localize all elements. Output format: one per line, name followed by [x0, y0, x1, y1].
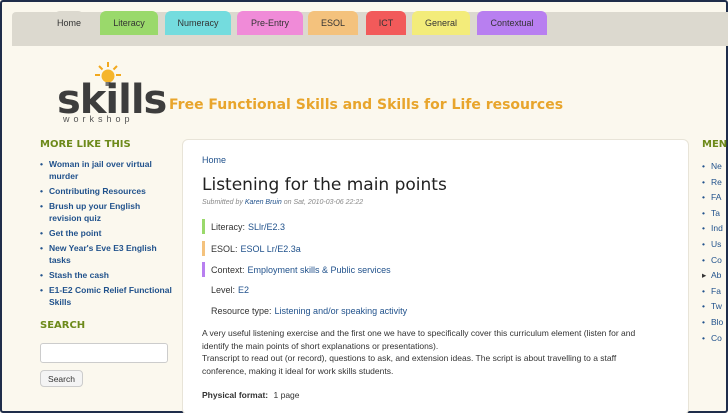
- literacy-color-bar: [202, 219, 205, 234]
- physical-format-value: 1 page: [273, 390, 300, 400]
- related-link[interactable]: Get the point: [40, 227, 175, 239]
- sidebar-more-like-this: MORE LIKE THIS Woman in jail over virtua…: [40, 139, 175, 311]
- nav-tab-numeracy[interactable]: Numeracy: [165, 11, 231, 35]
- site-logo[interactable]: skills workshop: [57, 62, 167, 126]
- page-title: Listening for the main points: [202, 175, 447, 195]
- menu-list: Ne Re FA Ta Ind Us Co Ab Fa Tw Blo Co: [702, 159, 728, 346]
- field-label: Context:: [211, 264, 245, 275]
- logo-subtitle: workshop: [63, 114, 134, 124]
- esol-color-bar: [202, 241, 205, 256]
- description-line: identify the main points of short explan…: [202, 340, 439, 351]
- related-link[interactable]: New Year's Eve E3 English tasks: [40, 242, 175, 266]
- field-link[interactable]: Listening and/or speaking activity: [275, 306, 408, 316]
- related-link[interactable]: Woman in jail over virtual murder: [40, 158, 175, 182]
- field-esol: ESOL: ESOL Lr/E2.3a: [202, 241, 301, 256]
- menu-item[interactable]: Ind: [702, 221, 728, 237]
- menu-item[interactable]: Us: [702, 237, 728, 253]
- nav-tab-ict[interactable]: ICT: [366, 11, 406, 35]
- main-content: Home Listening for the main points Submi…: [182, 139, 689, 413]
- related-link[interactable]: Brush up your English revision quiz: [40, 200, 175, 224]
- description-line: conference, making it ideal for work ski…: [202, 365, 394, 376]
- nav-tab-contextual[interactable]: Contextual: [477, 11, 547, 35]
- right-menu: MENU Ne Re FA Ta Ind Us Co Ab Fa Tw Blo …: [702, 139, 728, 346]
- related-link[interactable]: Stash the cash: [40, 269, 175, 281]
- field-resource-type: Resource type: Listening and/or speaking…: [211, 303, 407, 318]
- field-link[interactable]: SLlr/E2.3: [248, 222, 285, 232]
- menu-item[interactable]: Ta: [702, 206, 728, 222]
- site-tagline: Free Functional Skills and Skills for Li…: [169, 97, 564, 113]
- field-label: Literacy:: [211, 221, 246, 232]
- menu-item[interactable]: Co: [702, 253, 728, 269]
- search-button[interactable]: Search: [40, 370, 83, 387]
- field-label: Resource type:: [211, 305, 272, 316]
- field-link[interactable]: Employment skills & Public services: [248, 265, 391, 275]
- field-literacy: Literacy: SLlr/E2.3: [202, 219, 285, 234]
- sidebar-heading: MORE LIKE THIS: [40, 139, 131, 150]
- physical-format: Physical format: 1 page: [202, 390, 300, 400]
- nav-tab-general[interactable]: General: [412, 11, 470, 35]
- field-link[interactable]: E2: [238, 285, 249, 295]
- menu-item[interactable]: Co: [702, 331, 728, 347]
- breadcrumb-home[interactable]: Home: [202, 155, 226, 165]
- menu-heading: MENU: [702, 139, 728, 150]
- submitted-prefix: Submitted by: [202, 199, 243, 206]
- author-link[interactable]: Karen Bruin: [245, 199, 282, 206]
- submitted-info: Submitted by Karen Bruin on Sat, 2010-03…: [202, 199, 363, 206]
- field-context: Context: Employment skills & Public serv…: [202, 262, 391, 277]
- field-label: ESOL:: [211, 243, 238, 254]
- search-heading: SEARCH: [40, 320, 86, 331]
- field-label: Level:: [211, 284, 236, 295]
- menu-item[interactable]: Tw: [702, 299, 728, 315]
- nav-tab-home[interactable]: Home: [54, 11, 84, 35]
- menu-item[interactable]: Blo: [702, 315, 728, 331]
- related-links-list: Woman in jail over virtual murder Contri…: [40, 158, 175, 308]
- menu-item[interactable]: Ne: [702, 159, 728, 175]
- nav-tab-literacy[interactable]: Literacy: [100, 11, 158, 35]
- submitted-date: on Sat, 2010-03-06 22:22: [283, 199, 364, 206]
- context-color-bar: [202, 262, 205, 277]
- menu-item[interactable]: Ab: [702, 268, 728, 284]
- menu-item[interactable]: Fa: [702, 284, 728, 300]
- resource-description: A very useful listening exercise and the…: [202, 327, 672, 377]
- field-level: Level: E2: [211, 282, 249, 297]
- field-link[interactable]: ESOL Lr/E2.3a: [241, 244, 301, 254]
- related-link[interactable]: Contributing Resources: [40, 185, 175, 197]
- menu-item[interactable]: FA: [702, 190, 728, 206]
- nav-tab-pre-entry[interactable]: Pre-Entry: [237, 11, 303, 35]
- physical-format-label: Physical format:: [202, 390, 269, 400]
- nav-tab-esol[interactable]: ESOL: [308, 11, 358, 35]
- menu-item[interactable]: Re: [702, 175, 728, 191]
- description-line: A very useful listening exercise and the…: [202, 328, 636, 338]
- search-input[interactable]: [40, 343, 168, 363]
- description-line: Transcript to read out (or record), ques…: [202, 353, 617, 363]
- related-link[interactable]: E1-E2 Comic Relief Functional Skills: [40, 284, 175, 308]
